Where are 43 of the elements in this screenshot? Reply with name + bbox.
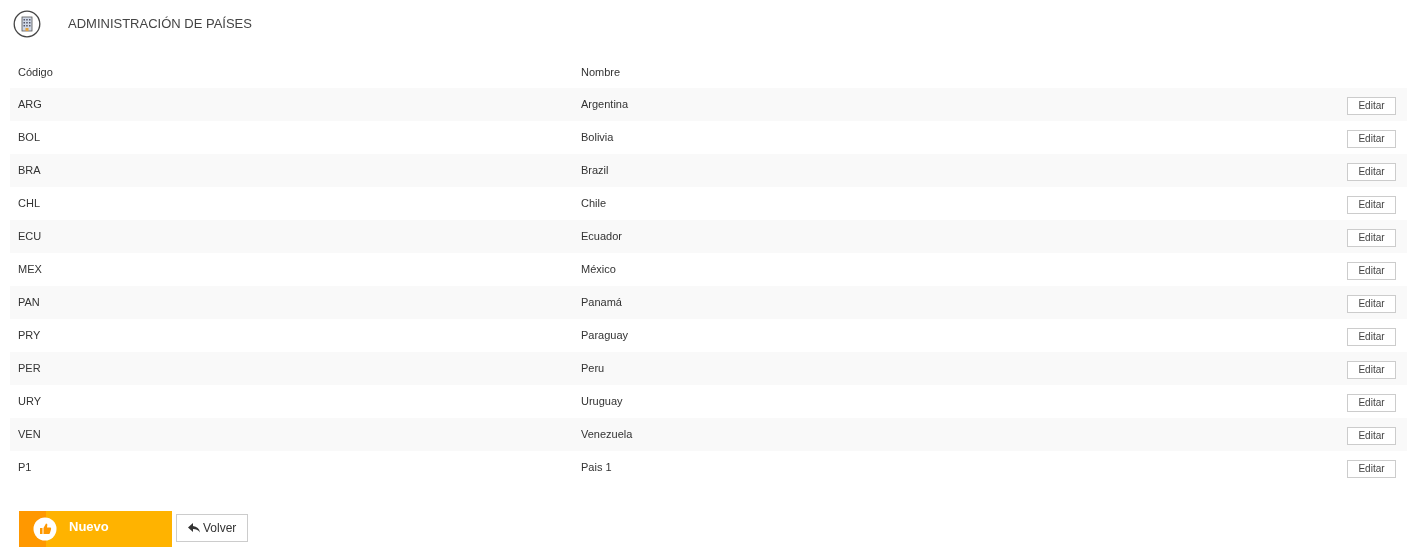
edit-button[interactable]: Editar bbox=[1347, 163, 1396, 181]
building-icon bbox=[13, 10, 41, 38]
table-cell-text: MEX bbox=[17, 262, 43, 278]
page-title: ADMINISTRACIÓN DE PAÍSES bbox=[68, 15, 252, 34]
edit-button[interactable]: Editar bbox=[1347, 295, 1396, 313]
edit-button[interactable]: Editar bbox=[1347, 328, 1396, 346]
edit-button[interactable]: Editar bbox=[1347, 196, 1396, 214]
reply-arrow-icon bbox=[188, 523, 200, 533]
column-header: Nombre bbox=[581, 64, 621, 80]
table-cell-text: México bbox=[581, 262, 617, 278]
table-cell-text: Ecuador bbox=[581, 229, 623, 245]
table-cell-text: Brazil bbox=[581, 163, 610, 179]
table-cell-text: Uruguay bbox=[581, 394, 624, 410]
edit-button[interactable]: Editar bbox=[1347, 460, 1396, 478]
table-cell-text: PRY bbox=[17, 328, 42, 344]
edit-button[interactable]: Editar bbox=[1347, 229, 1396, 247]
table-cell-text: BRA bbox=[17, 163, 42, 179]
table-cell-text: P1 bbox=[17, 460, 33, 476]
thumbs-up-icon bbox=[33, 517, 57, 541]
edit-button[interactable]: Editar bbox=[1347, 394, 1396, 412]
table-cell-text: PAN bbox=[17, 295, 41, 311]
edit-button[interactable]: Editar bbox=[1347, 262, 1396, 280]
edit-button[interactable]: Editar bbox=[1347, 130, 1396, 148]
table-cell-text: Panamá bbox=[581, 295, 623, 311]
edit-button[interactable]: Editar bbox=[1347, 361, 1396, 379]
table-cell-text: URY bbox=[17, 394, 43, 410]
column-header: Código bbox=[17, 64, 54, 80]
table-cell-text: BOL bbox=[17, 130, 41, 146]
table-cell-text: Paraguay bbox=[581, 328, 630, 344]
table-cell-text: Peru bbox=[581, 361, 606, 377]
edit-button[interactable]: Editar bbox=[1347, 427, 1396, 445]
table-cell-text: Chile bbox=[581, 196, 608, 212]
table-cell-text: ECU bbox=[17, 229, 43, 245]
table-cell-text: VEN bbox=[17, 427, 42, 443]
table-cell-text: Pais 1 bbox=[581, 460, 613, 476]
table-cell-text: Bolivia bbox=[581, 130, 615, 146]
table-cell-text: PER bbox=[17, 361, 42, 377]
back-button[interactable]: Volver bbox=[176, 514, 249, 542]
edit-button[interactable]: Editar bbox=[1347, 97, 1396, 115]
table-cell-text: Argentina bbox=[581, 97, 630, 113]
table-cell-text: CHL bbox=[17, 196, 41, 212]
table-cell-text: Venezuela bbox=[581, 427, 634, 443]
table-cell-text: ARG bbox=[17, 97, 43, 113]
